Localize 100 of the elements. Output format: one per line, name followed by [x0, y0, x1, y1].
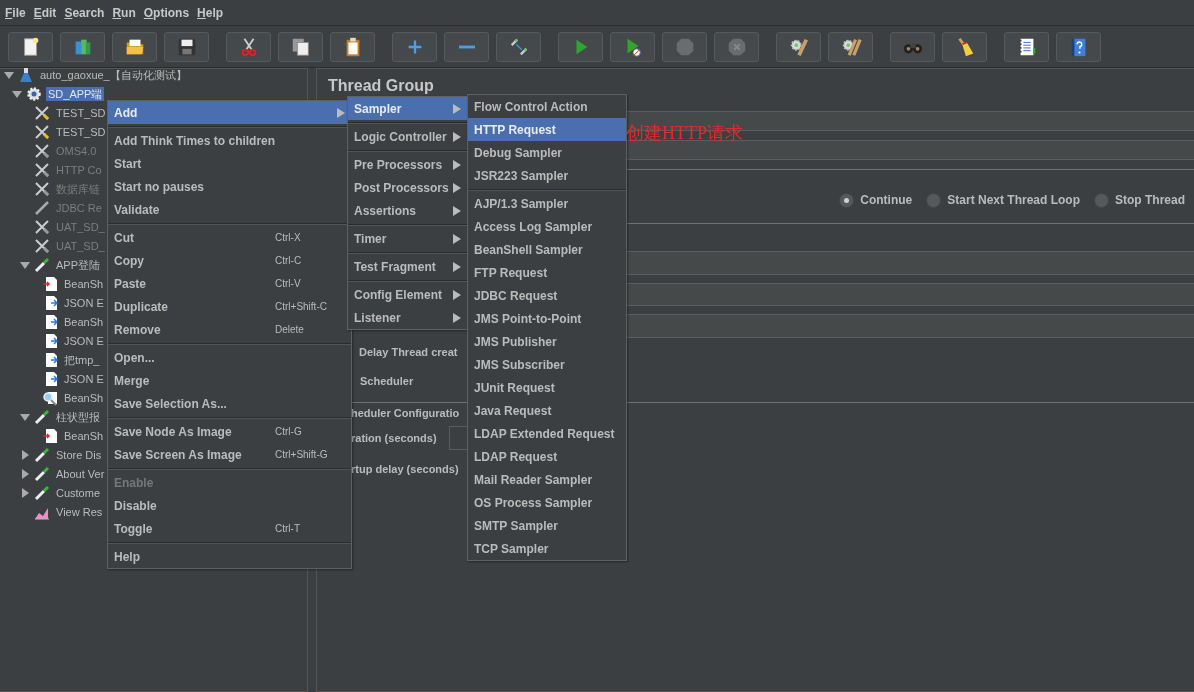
radio-button[interactable] [839, 192, 855, 208]
caret-right-icon[interactable] [20, 468, 30, 479]
shortcut-label: Ctrl+Shift-G [275, 449, 328, 460]
menu-item[interactable]: Pre Processors [348, 153, 467, 176]
caret-down-icon[interactable] [4, 69, 14, 80]
text-field[interactable] [448, 426, 469, 450]
tree-node[interactable]: JSON E [62, 371, 106, 386]
tree-node[interactable]: auto_gaoxue_【自动化测试】 [38, 67, 189, 82]
toolbar-button[interactable] [112, 31, 157, 62]
menubar-item[interactable]: Search [60, 5, 109, 20]
tools-icon [34, 123, 50, 140]
toolbar-button[interactable] [164, 31, 209, 62]
toolbar-button[interactable] [278, 31, 323, 62]
tree-node[interactable]: JSON E [62, 333, 106, 348]
menu-item[interactable]: Cut Ctrl-X [108, 226, 351, 249]
menu-item[interactable]: JUnit Request [468, 376, 626, 399]
menu-item[interactable]: Add Think Times to children [108, 129, 351, 152]
menu-item[interactable]: Access Log Sampler [468, 215, 626, 238]
toolbar-button[interactable] [330, 31, 375, 62]
menu-item[interactable]: JDBC Request [468, 284, 626, 307]
menu-item[interactable]: Merge [108, 369, 351, 392]
toolbar-button[interactable] [226, 31, 271, 62]
menu-item[interactable]: Open... [108, 346, 351, 369]
tree-node[interactable]: SD_APP端 [46, 86, 105, 101]
tree-node[interactable]: 柱状型报 [54, 409, 102, 424]
toolbar-button[interactable] [776, 31, 821, 62]
menu-item[interactable]: Copy Ctrl-C [108, 249, 351, 272]
menu-item[interactable]: JMS Point-to-Point [468, 307, 626, 330]
caret-right-icon[interactable] [20, 487, 30, 498]
menu-item[interactable]: Remove Delete [108, 318, 351, 341]
menu-item[interactable]: SMTP Sampler [468, 514, 626, 537]
menu-item[interactable]: AJP/1.3 Sampler [468, 192, 626, 215]
radio-button[interactable] [1094, 192, 1109, 208]
menu-item[interactable]: LDAP Request [468, 445, 626, 468]
menu-item[interactable]: Save Node As Image Ctrl-G [108, 420, 351, 443]
toolbar-button[interactable] [496, 31, 541, 62]
caret-down-icon[interactable] [12, 88, 22, 99]
text-field[interactable] [625, 283, 1194, 306]
tree-node[interactable]: About Ver [54, 466, 107, 481]
tree-node[interactable]: JSON E [62, 295, 106, 310]
radio-button[interactable] [926, 192, 942, 208]
menu-item[interactable]: OS Process Sampler [468, 491, 626, 514]
menubar-item[interactable]: Edit [29, 5, 61, 20]
menu-item[interactable]: Test Fragment [348, 255, 467, 278]
menu-item[interactable]: HTTP Request [468, 118, 626, 141]
menu-item[interactable]: Timer [348, 227, 467, 250]
tree-node[interactable]: TEST_SD [54, 124, 108, 139]
tree-node[interactable]: TEST_SD [54, 105, 108, 120]
menu-item[interactable]: BeanShell Sampler [468, 238, 626, 261]
tree-node[interactable]: BeanSh [62, 428, 106, 443]
menu-item[interactable]: Disable [108, 494, 351, 517]
menu-item[interactable]: Sampler [348, 97, 467, 120]
tree-node[interactable]: Store Dis [54, 447, 104, 462]
menubar-item[interactable]: Run [108, 5, 140, 20]
menu-item[interactable]: Paste Ctrl-V [108, 272, 351, 295]
text-field[interactable] [625, 251, 1194, 275]
menubar-item[interactable]: Options [139, 5, 194, 20]
toolbar-button[interactable] [8, 31, 53, 62]
tree-node[interactable]: BeanSh [62, 276, 106, 291]
menu-item[interactable]: Assertions [348, 199, 467, 222]
menu-item[interactable]: Validate [108, 198, 351, 221]
menu-item[interactable]: Java Request [468, 399, 626, 422]
caret-down-icon[interactable] [20, 411, 30, 422]
menu-item[interactable]: Post Processors [348, 176, 467, 199]
menu-item[interactable]: JMS Subscriber [468, 353, 626, 376]
menu-item[interactable]: Flow Control Action [468, 95, 626, 118]
menu-item[interactable]: JSR223 Sampler [468, 164, 626, 187]
menu-item[interactable]: Save Screen As Image Ctrl+Shift-G [108, 443, 351, 466]
menu-item[interactable]: Config Element [348, 283, 467, 306]
menu-item[interactable]: Save Selection As... [108, 392, 351, 415]
menu-item[interactable]: Mail Reader Sampler [468, 468, 626, 491]
menu-item[interactable]: Duplicate Ctrl+Shift-C [108, 295, 351, 318]
toolbar-button[interactable] [942, 31, 987, 62]
menu-item[interactable]: Start [108, 152, 351, 175]
menu-item[interactable]: Logic Controller [348, 125, 467, 148]
tree-node[interactable]: 把tmp_ [62, 352, 102, 367]
text-field[interactable] [625, 314, 1194, 338]
menubar-item[interactable]: Help [193, 5, 228, 20]
menu-item[interactable]: LDAP Extended Request [468, 422, 626, 445]
tree-node[interactable]: BeanSh [62, 314, 106, 329]
tree-node[interactable]: Custome [54, 485, 103, 500]
menu-item[interactable]: Help [108, 545, 351, 568]
tree-node[interactable]: APP登陆 [54, 257, 102, 272]
menu-item[interactable]: JMS Publisher [468, 330, 626, 353]
shortcut-label: Ctrl-X [275, 232, 301, 243]
menu-item[interactable]: Start no pauses [108, 175, 351, 198]
menu-item[interactable]: TCP Sampler [468, 537, 626, 560]
checkbox-label: Delay Thread creat [359, 346, 458, 360]
caret-right-icon[interactable] [20, 449, 30, 460]
menu-item[interactable]: Listener [348, 306, 467, 329]
tree-node[interactable]: View Res [54, 504, 105, 519]
toolbar-button[interactable] [1004, 31, 1049, 62]
menubar-item[interactable]: File [1, 5, 30, 20]
toolbar-button[interactable] [828, 31, 873, 62]
menu-item[interactable]: FTP Request [468, 261, 626, 284]
tree-node[interactable]: BeanSh [62, 390, 106, 405]
menu-item[interactable]: Toggle Ctrl-T [108, 517, 351, 540]
menu-item[interactable]: Debug Sampler [468, 141, 626, 164]
text-field[interactable] [625, 140, 1194, 160]
caret-down-icon[interactable] [20, 259, 30, 270]
